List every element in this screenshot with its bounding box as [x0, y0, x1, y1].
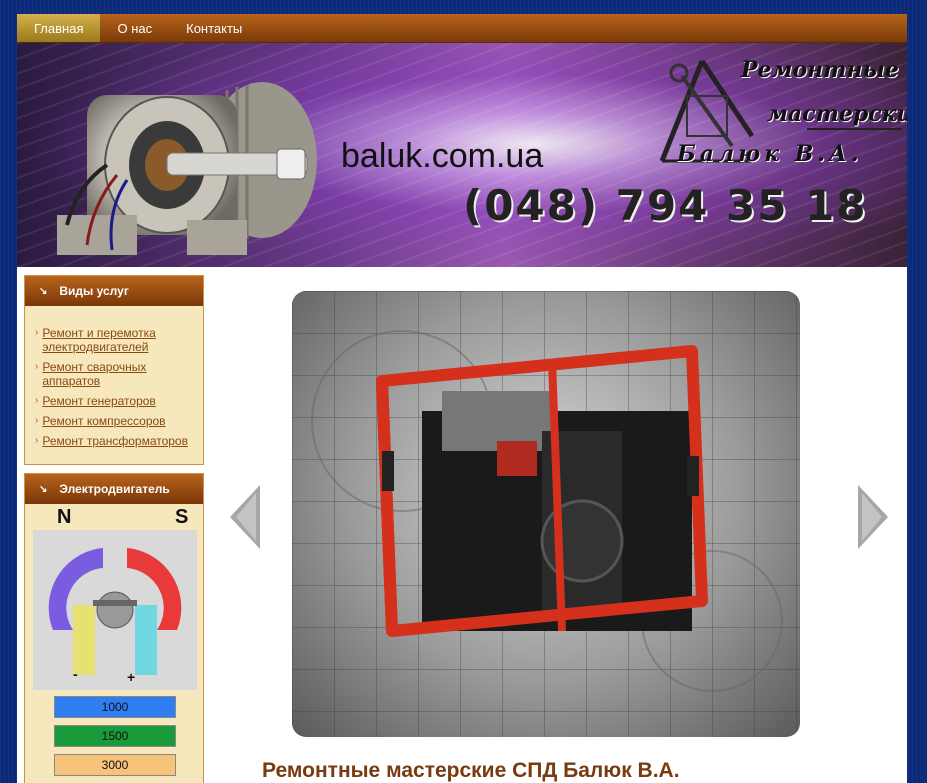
service-link-motors[interactable]: Ремонт и перемотка электродвигателей	[42, 326, 197, 354]
speed-1000-button[interactable]: 1000	[54, 696, 176, 718]
company-logo: Ремонтные мастерские Балюк В.А.	[657, 51, 907, 171]
nav-item-about[interactable]: О нас	[100, 14, 169, 42]
bullet-icon: ›	[35, 361, 39, 372]
services-block-title: Виды услуг	[59, 284, 129, 298]
electric-motor-image	[57, 82, 317, 255]
slider-next-arrow-icon[interactable]	[858, 485, 888, 549]
services-menu: › Ремонт и перемотка электродвигателей › Р…	[25, 306, 203, 464]
pole-s-label: S	[175, 506, 189, 528]
page: Главная О нас Контакты Ремонтные мастерс…	[17, 14, 907, 783]
list-item: › Ремонт генераторов	[35, 394, 197, 408]
nav-item-home[interactable]: Главная	[17, 14, 101, 42]
speed-1500-button[interactable]: 1500	[54, 725, 176, 747]
bullet-icon: ›	[35, 327, 39, 338]
list-item: › Ремонт компрессоров	[35, 414, 197, 428]
motor-block-header: ↘ Электродвигатель	[25, 474, 203, 504]
service-link-generators[interactable]: Ремонт генераторов	[42, 394, 155, 408]
magnet-rotor-icon	[33, 530, 197, 690]
motor-block: ↘ Электродвигатель N S - + 1000 1500 300…	[24, 473, 204, 783]
motor-animation-widget: N S - + 1000 1500 3000	[25, 504, 203, 783]
sidebar: ↘ Виды услуг › Ремонт и перемотка электро…	[24, 275, 204, 783]
service-link-compressors[interactable]: Ремонт компрессоров	[42, 414, 165, 428]
motor-block-title: Электродвигатель	[59, 482, 170, 496]
minus-terminal-label: -	[73, 666, 78, 682]
logo-text-line1: Ремонтные	[741, 57, 899, 83]
pole-n-label: N	[57, 506, 72, 528]
bullet-icon: ›	[35, 435, 39, 446]
generator-image	[311, 330, 783, 692]
plus-terminal-label: +	[127, 669, 136, 685]
header-banner: Ремонтные мастерские Балюк В.А. baluk.co…	[17, 43, 907, 267]
arrow-down-right-icon: ↘	[39, 285, 48, 297]
bullet-icon: ›	[35, 415, 39, 426]
list-item: › Ремонт и перемотка электродвигателей	[35, 326, 197, 354]
services-block-header: ↘ Виды услуг	[25, 276, 203, 306]
slider-image-generator	[292, 291, 800, 737]
bullet-icon: ›	[35, 395, 39, 406]
arrow-down-right-icon: ↘	[39, 483, 48, 495]
service-link-welding[interactable]: Ремонт сварочных аппаратов	[42, 360, 197, 388]
phone-number: (048) 794 35 18	[463, 181, 868, 230]
top-nav: Главная О нас Контакты	[17, 14, 907, 43]
list-item: › Ремонт сварочных аппаратов	[35, 360, 197, 388]
content-area: ↘ Виды услуг › Ремонт и перемотка электро…	[17, 267, 907, 783]
logo-text-line3: Балюк В.А.	[677, 141, 863, 167]
site-url: baluk.com.ua	[341, 137, 544, 175]
list-item: › Ремонт трансформаторов	[35, 434, 197, 448]
logo-text-line2: мастерские	[767, 101, 907, 127]
page-title: Ремонтные мастерские СПД Балюк В.А.	[262, 759, 680, 782]
slider-prev-arrow-icon[interactable]	[230, 485, 260, 549]
speed-3000-button[interactable]: 3000	[54, 754, 176, 776]
service-link-transformers[interactable]: Ремонт трансформаторов	[42, 434, 188, 448]
nav-item-contacts[interactable]: Контакты	[169, 14, 259, 42]
main-content: Ремонтные мастерские СПД Балюк В.А.	[217, 267, 907, 783]
services-block: ↘ Виды услуг › Ремонт и перемотка электро…	[24, 275, 204, 465]
